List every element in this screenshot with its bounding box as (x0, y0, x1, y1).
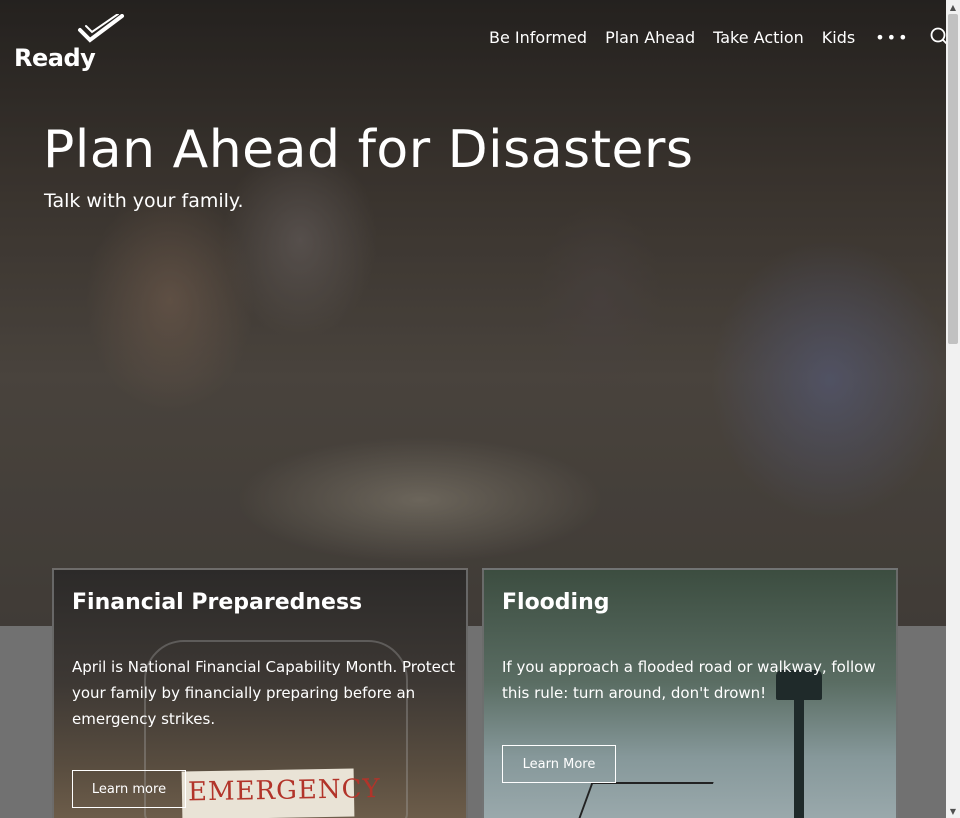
page: Ready Be Informed Plan Ahead Take Action… (0, 0, 946, 818)
emergency-label-image: EMERGENCY (181, 768, 381, 818)
hero-title: Plan Ahead for Disasters (43, 120, 694, 180)
scroll-down-arrow-icon[interactable]: ▼ (946, 804, 960, 818)
card-flooding: Flooding If you approach a flooded road … (482, 568, 898, 818)
card-title: Financial Preparedness (72, 590, 363, 615)
card-description: If you approach a flooded road or walkwa… (502, 658, 876, 702)
ready-logo[interactable]: Ready (14, 14, 124, 74)
learn-more-button[interactable]: Learn More (502, 745, 616, 783)
nav-item-take-action[interactable]: Take Action (713, 28, 804, 47)
hero-subtitle: Talk with your family. (44, 190, 244, 212)
scrollbar-thumb[interactable] (948, 14, 958, 344)
main-nav: Be Informed Plan Ahead Take Action Kids … (489, 27, 946, 47)
more-menu-icon[interactable]: ••• (875, 28, 909, 47)
scroll-up-arrow-icon[interactable]: ▲ (946, 0, 960, 14)
search-icon[interactable] (930, 27, 946, 47)
emergency-label-text: EMERGENCY (187, 774, 381, 808)
hero-background-image (0, 0, 946, 626)
shopping-cart-image (576, 782, 714, 818)
nav-item-be-informed[interactable]: Be Informed (489, 28, 587, 47)
brand-name: Ready (14, 44, 96, 72)
card-title: Flooding (502, 590, 610, 615)
card-financial-preparedness: EMERGENCY Financial Preparedness April i… (52, 568, 468, 818)
learn-more-button[interactable]: Learn more (72, 770, 186, 808)
card-description: April is National Financial Capability M… (72, 658, 456, 728)
nav-item-plan-ahead[interactable]: Plan Ahead (605, 28, 695, 47)
nav-item-kids[interactable]: Kids (822, 28, 855, 47)
lamp-post-image (794, 690, 804, 818)
checkmark-swoosh-icon (78, 14, 124, 43)
vertical-scrollbar[interactable]: ▲ ▼ (946, 0, 960, 818)
